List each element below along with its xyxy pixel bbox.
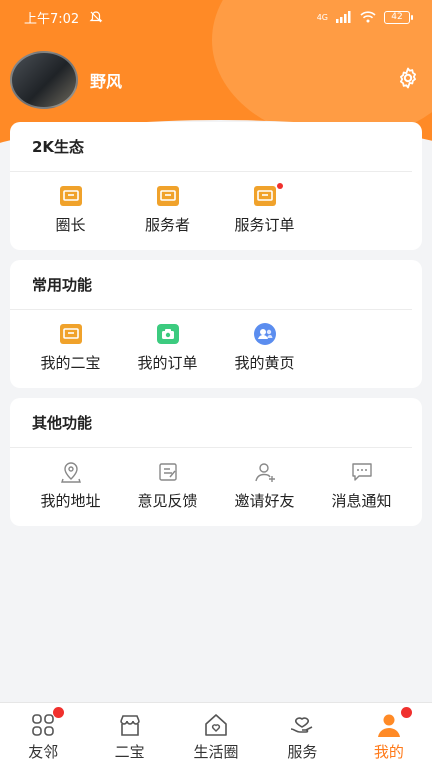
orange-box-icon: [58, 184, 84, 208]
grid-item-label: 服务者: [144, 216, 190, 234]
grid-item-service-orders[interactable]: 服务订单: [216, 183, 313, 235]
tab-label: 我的: [373, 743, 404, 761]
grid-item-label: 服务订单: [234, 216, 295, 234]
shop-icon: [119, 715, 140, 736]
grid-item-label: 我的黄页: [234, 354, 295, 372]
handshake-icon: [291, 717, 313, 733]
tab-youlin[interactable]: 友邻: [0, 703, 86, 768]
tab-label: 服务: [287, 743, 318, 761]
tab-badge: [400, 707, 412, 718]
other-functions-card: 其他功能 我的地址 意见反馈 邀请好友 消息通知: [10, 398, 422, 526]
grid-item-fuwuzhe[interactable]: 服务者: [119, 184, 216, 235]
orange-box-icon: [58, 322, 84, 346]
tab-label: 友邻: [28, 743, 59, 761]
tab-erbao[interactable]: 二宝: [86, 703, 172, 768]
grid-item-label: 消息通知: [331, 492, 392, 510]
signal-icon: [336, 11, 351, 23]
grid-item-my-erbao[interactable]: 我的二宝: [22, 322, 119, 373]
grid-item-my-orders[interactable]: 我的订单: [119, 322, 216, 373]
orange-box-icon: [155, 184, 181, 208]
notification-dot: [277, 183, 283, 189]
grid-item-my-address[interactable]: 我的地址: [22, 460, 119, 511]
add-user-icon: [252, 460, 278, 484]
profile-header[interactable]: 野风: [10, 48, 122, 112]
ecology-title: 2K生态: [10, 122, 412, 172]
grid-item-feedback[interactable]: 意见反馈: [119, 460, 216, 511]
signal-type: 4G: [316, 12, 328, 22]
avatar[interactable]: [10, 51, 78, 109]
grid-item-quanzhang[interactable]: 圈长: [22, 184, 119, 235]
settings-gear-icon[interactable]: [396, 66, 420, 90]
tab-badge: [53, 707, 64, 718]
tab-label: 生活圈: [193, 743, 239, 761]
grid-item-label: 邀请好友: [234, 492, 295, 510]
username: 野风: [90, 72, 123, 91]
common-functions-title: 常用功能: [10, 260, 412, 310]
grid-item-label: 圈长: [55, 216, 86, 234]
grid-item-invite-friends[interactable]: 邀请好友: [216, 460, 313, 511]
tab-mine[interactable]: 我的: [346, 703, 432, 768]
grid-item-label: 意见反馈: [137, 492, 198, 510]
battery-level: 42: [391, 11, 403, 22]
home-heart-icon: [205, 714, 227, 736]
grid-item-notifications[interactable]: 消息通知: [313, 460, 410, 511]
blue-contacts-icon: [252, 322, 278, 346]
grid-item-label: 我的订单: [137, 354, 198, 372]
user-icon: [377, 714, 400, 737]
green-camera-icon: [155, 322, 181, 346]
feedback-icon: [155, 460, 181, 484]
grid-item-label: 我的二宝: [40, 354, 101, 372]
tab-services[interactable]: 服务: [259, 703, 345, 768]
status-time: 上午7:02: [24, 11, 80, 27]
wifi-icon: [360, 11, 376, 23]
orange-box-icon: [252, 184, 278, 208]
battery-indicator: 42: [384, 10, 413, 24]
grid-item-label: 我的地址: [40, 492, 101, 510]
other-functions-title: 其他功能: [10, 398, 412, 448]
bottom-tab-bar: 友邻 二宝 生活圈 服务 我的: [0, 702, 432, 768]
tab-label: 二宝: [114, 743, 145, 761]
ecology-card: 2K生态 圈长 服务者 服务订单: [10, 122, 422, 250]
location-icon: [58, 460, 84, 484]
message-icon: [349, 460, 375, 484]
mute-icon: [89, 11, 103, 23]
common-functions-card: 常用功能 我的二宝 我的订单 我的黄页: [10, 260, 422, 388]
tab-life-circle[interactable]: 生活圈: [173, 703, 259, 768]
status-bar: 上午7:02 4G 42: [0, 0, 432, 34]
grid-item-my-yellow-pages[interactable]: 我的黄页: [216, 322, 313, 373]
